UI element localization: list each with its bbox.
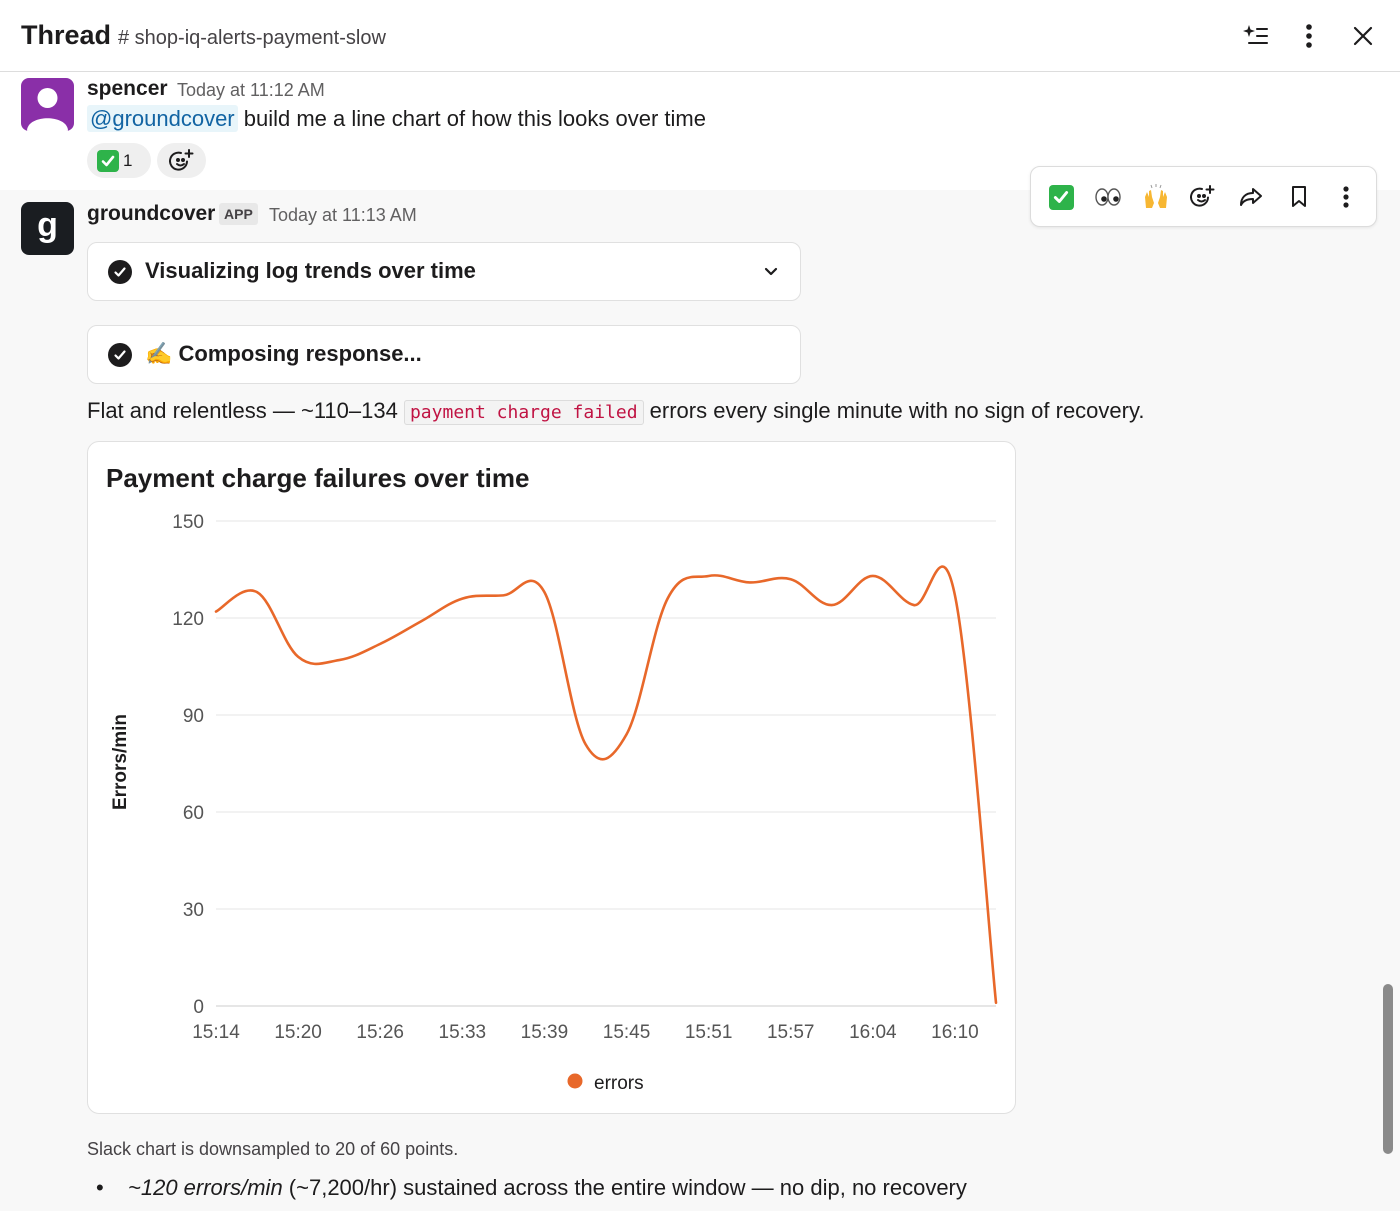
bullet-item: ~120 errors/min (~7,200/hr) sustained ac… [128, 1175, 967, 1201]
x-tick-label: 15:33 [439, 1022, 487, 1043]
x-tick-label: 16:10 [931, 1022, 979, 1043]
y-axis-label: Errors/min [110, 714, 131, 810]
legend-label: errors [594, 1073, 644, 1094]
y-tick-label: 0 [193, 997, 204, 1018]
x-tick-label: 15:57 [767, 1022, 815, 1043]
line-chart: 0 30 60 90 120 150 15:14 15:20 15:26 15:33 15:39 15… [110, 512, 998, 1094]
x-tick-label: 15:26 [356, 1022, 404, 1043]
x-tick-label: 15:20 [274, 1022, 322, 1043]
chart-footnote: Slack chart is downsampled to 20 of 60 p… [87, 1139, 459, 1159]
x-tick-label: 15:39 [521, 1022, 569, 1043]
x-tick-label: 15:14 [192, 1022, 240, 1043]
y-tick-label: 60 [183, 803, 204, 824]
y-tick-label: 120 [172, 609, 204, 630]
series-line-errors [214, 565, 998, 1005]
legend-marker [567, 1073, 583, 1089]
bullet-emphasis: ~120 errors/min [128, 1175, 283, 1200]
x-tick-label: 16:04 [849, 1022, 897, 1043]
x-tick-label: 15:45 [603, 1022, 651, 1043]
y-tick-label: 150 [172, 512, 204, 533]
y-tick-label: 30 [183, 900, 204, 921]
x-tick-label: 15:51 [685, 1022, 733, 1043]
bullet-rest: (~7,200/hr) sustained across the entire … [282, 1175, 967, 1200]
scrollbar[interactable] [1383, 984, 1393, 1154]
y-tick-label: 90 [183, 706, 204, 727]
bullet-dot: • [96, 1175, 104, 1200]
